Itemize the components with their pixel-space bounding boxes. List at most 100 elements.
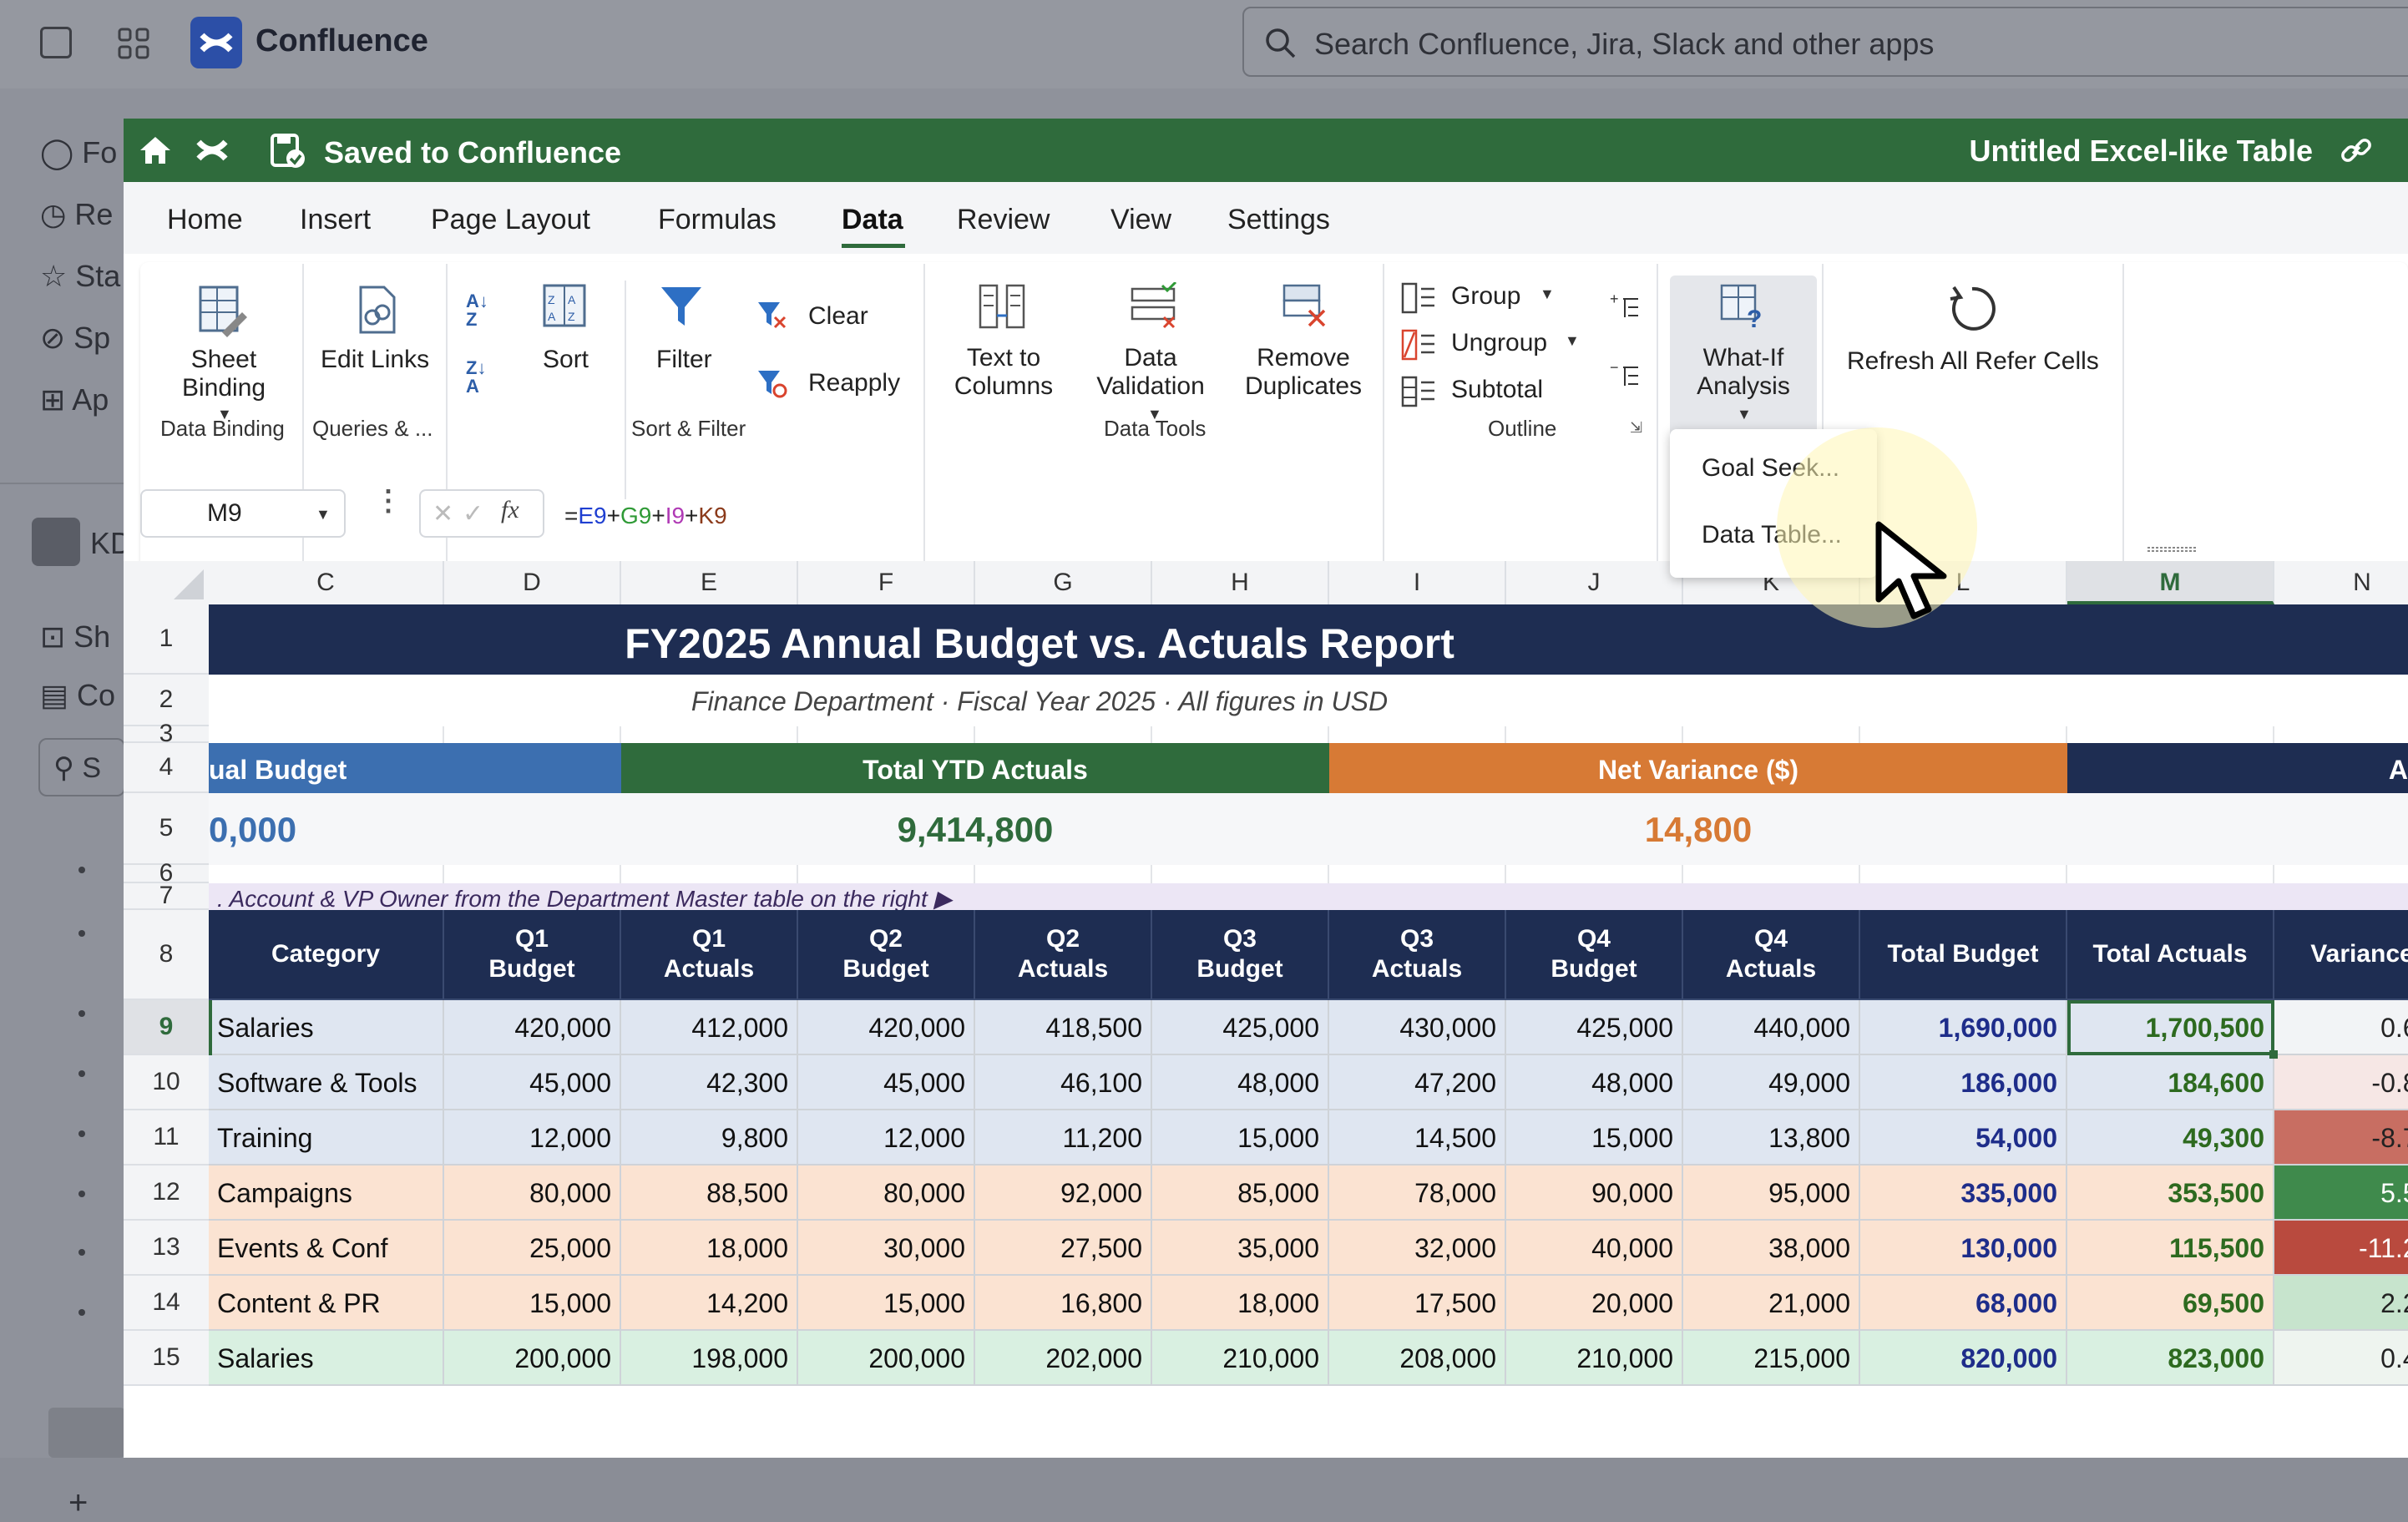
remove-duplicates-button[interactable]: Remove Duplicates bbox=[1241, 344, 1366, 401]
confirm-formula-icon[interactable]: ✓ bbox=[463, 499, 483, 528]
link-icon[interactable] bbox=[2340, 134, 2373, 167]
chevron-down-icon[interactable]: ▼ bbox=[1565, 332, 1580, 350]
table-cell[interactable]: 15,000 bbox=[1506, 1110, 1683, 1166]
tab-insert[interactable]: Insert bbox=[300, 204, 371, 236]
table-cell[interactable]: 823,000 bbox=[2067, 1331, 2274, 1386]
row-header-1[interactable]: 1 bbox=[124, 604, 209, 675]
table-cell[interactable]: 45,000 bbox=[798, 1055, 975, 1110]
row-header-6[interactable]: 6 bbox=[124, 859, 209, 887]
table-cell[interactable]: 49,000 bbox=[1683, 1055, 1860, 1110]
table-cell[interactable]: 16,800 bbox=[975, 1276, 1152, 1331]
column-header-j[interactable]: J bbox=[1506, 561, 1683, 604]
row-header-7[interactable]: 7 bbox=[124, 882, 209, 910]
filter-button[interactable]: Filter bbox=[656, 346, 712, 374]
row-header-12[interactable]: 12 bbox=[124, 1166, 209, 1221]
column-header-d[interactable]: D bbox=[444, 561, 621, 604]
text-to-columns-button[interactable]: Text to Columns bbox=[945, 344, 1062, 401]
table-cell[interactable]: 210,000 bbox=[1506, 1331, 1683, 1386]
row-header-11[interactable]: 11 bbox=[124, 1110, 209, 1166]
table-cell[interactable]: 15,000 bbox=[798, 1276, 975, 1331]
chevron-down-icon[interactable]: ▼ bbox=[316, 506, 331, 523]
ungroup-button[interactable]: Ungroup bbox=[1451, 329, 1547, 357]
table-cell[interactable]: 48,000 bbox=[1152, 1055, 1329, 1110]
row-header-15[interactable]: 15 bbox=[124, 1331, 209, 1386]
table-cell[interactable]: 208,000 bbox=[1329, 1331, 1506, 1386]
table-cell[interactable]: 13,800 bbox=[1683, 1110, 1860, 1166]
column-header-g[interactable]: G bbox=[975, 561, 1152, 604]
table-cell[interactable]: 11,200 bbox=[975, 1110, 1152, 1166]
table-cell[interactable]: 420,000 bbox=[444, 1000, 621, 1055]
table-cell[interactable]: 2.2% bbox=[2274, 1276, 2408, 1331]
table-cell[interactable]: 130,000 bbox=[1860, 1221, 2067, 1276]
sidebar-item-shortcuts[interactable]: ⊡ Sh bbox=[40, 619, 110, 655]
table-cell[interactable]: 35,000 bbox=[1152, 1221, 1329, 1276]
reapply-button[interactable]: Reapply bbox=[808, 369, 900, 397]
data-validation-button[interactable]: Data Validation bbox=[1092, 344, 1209, 401]
row-header-8[interactable]: 8 bbox=[124, 910, 209, 1000]
table-cell[interactable]: 48,000 bbox=[1506, 1055, 1683, 1110]
tab-page-layout[interactable]: Page Layout bbox=[431, 204, 590, 236]
table-cell[interactable]: 90,000 bbox=[1506, 1166, 1683, 1221]
sidebar-item-apps[interactable]: ⊞ Ap bbox=[40, 382, 109, 417]
table-cell[interactable]: 1,690,000 bbox=[1860, 1000, 2067, 1055]
table-cell[interactable]: 69,500 bbox=[2067, 1276, 2274, 1331]
column-header-m[interactable]: M bbox=[2067, 561, 2274, 604]
chevron-down-icon[interactable]: ▼ bbox=[1540, 286, 1555, 303]
sidebar-add-icon[interactable]: + bbox=[68, 1484, 88, 1522]
sort-a-z-icon[interactable]: A↓ Z bbox=[466, 292, 503, 334]
table-cell[interactable]: 95,000 bbox=[1683, 1166, 1860, 1221]
table-cell[interactable]: 12,000 bbox=[444, 1110, 621, 1166]
table-cell[interactable]: 412,000 bbox=[621, 1000, 798, 1055]
table-cell[interactable]: 30,000 bbox=[798, 1221, 975, 1276]
tab-formulas[interactable]: Formulas bbox=[658, 204, 777, 236]
sidebar-item-content[interactable]: ▤ Co bbox=[40, 678, 115, 713]
tab-review[interactable]: Review bbox=[957, 204, 1050, 236]
table-cell[interactable]: 186,000 bbox=[1860, 1055, 2067, 1110]
table-cell[interactable]: 27,500 bbox=[975, 1221, 1152, 1276]
table-cell[interactable]: 418,500 bbox=[975, 1000, 1152, 1055]
tab-view[interactable]: View bbox=[1110, 204, 1171, 236]
table-cell[interactable]: 353,500 bbox=[2067, 1166, 2274, 1221]
table-cell[interactable]: 25,000 bbox=[444, 1221, 621, 1276]
sort-button[interactable]: Sort bbox=[543, 346, 589, 374]
table-cell[interactable]: 200,000 bbox=[798, 1331, 975, 1386]
sidebar-item-recent[interactable]: ◷ Re bbox=[40, 197, 113, 232]
sidebar-selected-item[interactable] bbox=[48, 1408, 125, 1458]
sidebar-toggle-icon[interactable] bbox=[40, 27, 72, 58]
table-cell[interactable]: 21,000 bbox=[1683, 1276, 1860, 1331]
column-header-c[interactable]: C bbox=[209, 561, 444, 604]
table-cell[interactable]: 20,000 bbox=[1506, 1276, 1683, 1331]
table-cell[interactable]: 14,500 bbox=[1329, 1110, 1506, 1166]
spreadsheet-grid[interactable]: C D E F G H I J K L M N 1 2 3 4 5 6 7 8 9 10 11 12 13 14 15 FY2025 … bbox=[124, 561, 2408, 1458]
table-cell[interactable]: 54,000 bbox=[1860, 1110, 2067, 1166]
resize-handle-icon[interactable] bbox=[2147, 543, 2198, 552]
table-cell[interactable]: 18,000 bbox=[1152, 1276, 1329, 1331]
sort-z-a-icon[interactable]: Z↓ A bbox=[466, 359, 503, 401]
insert-function-icon[interactable]: fx bbox=[501, 496, 519, 524]
table-cell[interactable]: 47,200 bbox=[1329, 1055, 1506, 1110]
table-cell[interactable]: 80,000 bbox=[444, 1166, 621, 1221]
table-cell[interactable]: 425,000 bbox=[1152, 1000, 1329, 1055]
table-cell[interactable]: 32,000 bbox=[1329, 1221, 1506, 1276]
table-cell[interactable]: 45,000 bbox=[444, 1055, 621, 1110]
table-cell[interactable]: 14,200 bbox=[621, 1276, 798, 1331]
subtotal-button[interactable]: Subtotal bbox=[1451, 376, 1543, 404]
name-box[interactable]: M9 ▼ bbox=[140, 489, 346, 538]
table-cell[interactable]: 12,000 bbox=[798, 1110, 975, 1166]
table-cell[interactable]: -11.2% bbox=[2274, 1221, 2408, 1276]
apps-grid-icon[interactable] bbox=[117, 27, 150, 60]
table-cell[interactable]: 420,000 bbox=[798, 1000, 975, 1055]
table-cell[interactable]: 92,000 bbox=[975, 1166, 1152, 1221]
table-cell[interactable]: 440,000 bbox=[1683, 1000, 1860, 1055]
table-cell[interactable]: 184,600 bbox=[2067, 1055, 2274, 1110]
fill-handle[interactable] bbox=[2269, 1050, 2278, 1059]
table-cell[interactable]: 335,000 bbox=[1860, 1166, 2067, 1221]
row-header-10[interactable]: 10 bbox=[124, 1055, 209, 1110]
table-cell[interactable]: 68,000 bbox=[1860, 1276, 2067, 1331]
row-header-4[interactable]: 4 bbox=[124, 743, 209, 793]
sidebar-item-for-you[interactable]: ◯ Fo bbox=[40, 135, 117, 170]
tab-settings[interactable]: Settings bbox=[1227, 204, 1330, 236]
table-cell[interactable]: 202,000 bbox=[975, 1331, 1152, 1386]
table-cell[interactable]: -8.7% bbox=[2274, 1110, 2408, 1166]
document-title[interactable]: Untitled Excel-like Table bbox=[1970, 134, 2313, 169]
